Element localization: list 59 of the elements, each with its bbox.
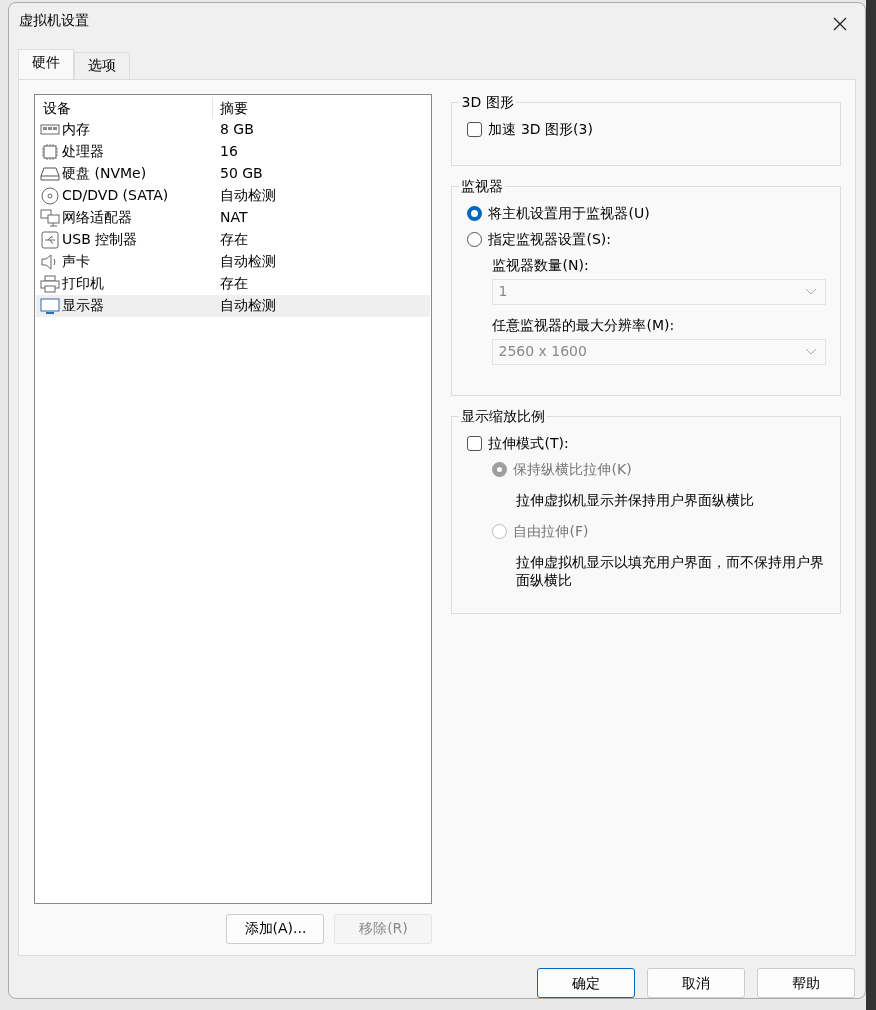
- table-cell-text: 硬盘 (NVMe): [62, 164, 147, 184]
- table-cell: 存在: [220, 231, 248, 248]
- usb-icon: [40, 230, 60, 249]
- table-row[interactable]: 处理器 16: [36, 140, 431, 163]
- table-row[interactable]: USB 控制器 存在: [36, 228, 431, 251]
- column-header[interactable]: 设备: [36, 96, 213, 119]
- button[interactable]: 确定: [537, 968, 635, 998]
- table-cell-text: 网络适配器: [62, 208, 132, 228]
- tab[interactable]: 硬件: [18, 48, 74, 79]
- table-row[interactable]: 内存 8 GB: [36, 118, 431, 141]
- table-cell-text: 内存: [62, 120, 90, 140]
- group-label: 显示缩放比例: [459, 406, 548, 425]
- table-cell-text: CD/DVD (SATA): [62, 186, 169, 206]
- table-cell: 存在: [220, 275, 248, 292]
- radio-label[interactable]: 将主机设置用于监视器(U): [488, 203, 650, 225]
- column-header[interactable]: 摘要: [213, 96, 431, 119]
- table-cell-text: 声卡: [62, 252, 90, 272]
- network-icon: [40, 208, 60, 227]
- tab[interactable]: 选项: [74, 51, 130, 79]
- radio-button[interactable]: [467, 206, 483, 222]
- table-row[interactable]: CD/DVD (SATA) 自动检测: [36, 184, 431, 207]
- window-title: 虚拟机设置: [19, 11, 89, 31]
- radio-button[interactable]: [467, 232, 483, 248]
- checkbox-label[interactable]: 拉伸模式(T):: [488, 433, 569, 455]
- table-row[interactable]: 声卡 自动检测: [36, 250, 431, 273]
- description-text: 拉伸虚拟机显示并保持用户界面纵横比: [515, 490, 756, 509]
- table-cell-text: USB 控制器: [62, 230, 138, 250]
- checkbox-label[interactable]: 加速 3D 图形(3): [488, 119, 593, 141]
- table-row[interactable]: 打印机 存在: [36, 272, 431, 295]
- radio-label[interactable]: 指定监视器设置(S):: [488, 229, 611, 251]
- printer-icon: [40, 274, 60, 293]
- button[interactable]: 取消: [647, 968, 745, 998]
- monitor-icon: [40, 296, 60, 315]
- table-cell: 自动检测: [220, 187, 276, 204]
- table-row[interactable]: 网络适配器 NAT: [36, 206, 431, 229]
- chip-icon: [40, 142, 60, 161]
- checkbox[interactable]: [467, 436, 483, 452]
- button[interactable]: 添加(A)...: [226, 913, 325, 944]
- table-cell-text: 处理器: [62, 142, 104, 162]
- field-label: 任意监视器的最大分辨率(M):: [492, 316, 676, 336]
- table-cell: NAT: [220, 209, 248, 226]
- table-cell: 自动检测: [220, 297, 276, 314]
- table-row[interactable]: 显示器 自动检测: [36, 294, 431, 317]
- table-row[interactable]: 硬盘 (NVMe) 50 GB: [36, 162, 431, 185]
- table-cell-text: 打印机: [62, 274, 104, 294]
- button[interactable]: 帮助: [757, 968, 855, 998]
- field-label: 监视器数量(N):: [492, 256, 590, 276]
- group-label: 监视器: [459, 176, 506, 195]
- chevron-down-icon: [805, 287, 817, 296]
- table-cell: 50 GB: [220, 165, 263, 182]
- checkbox[interactable]: [467, 122, 483, 138]
- table-cell-text: 显示器: [62, 296, 104, 316]
- table-cell: 自动检测: [220, 253, 276, 270]
- table-cell: 16: [220, 143, 238, 160]
- table-cell: 8 GB: [220, 121, 254, 138]
- chevron-down-icon: [805, 347, 817, 356]
- disc-icon: [40, 186, 60, 205]
- hard-drive-icon: [40, 164, 60, 183]
- description-text: 拉伸虚拟机显示以填充用户界面，而不保持用户界面纵横比: [515, 552, 826, 589]
